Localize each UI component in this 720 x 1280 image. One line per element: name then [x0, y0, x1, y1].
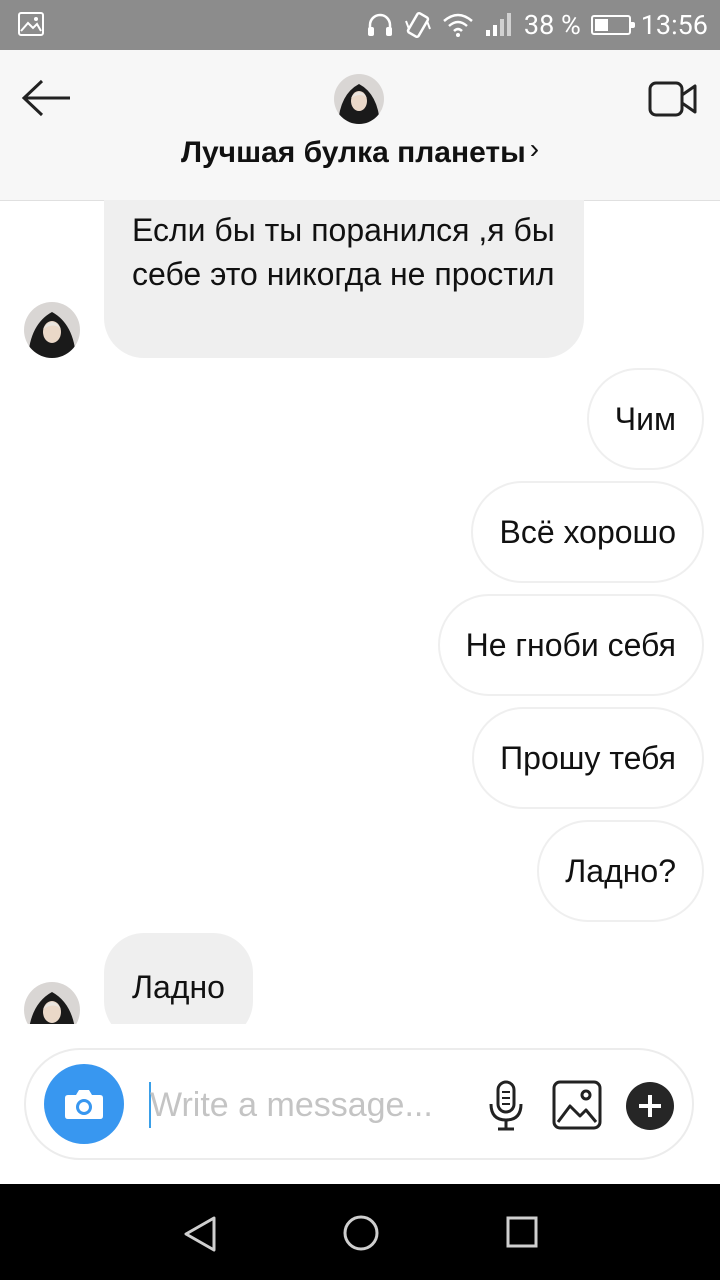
wifi-icon: [443, 13, 473, 37]
avatar[interactable]: [334, 74, 384, 124]
message-outgoing[interactable]: Чим: [586, 368, 704, 470]
battery-icon: [590, 15, 635, 35]
camera-button[interactable]: [44, 1064, 124, 1144]
headphones-icon: [367, 13, 392, 36]
back-triangle-icon[interactable]: [180, 1214, 220, 1254]
add-button[interactable]: [626, 1082, 674, 1130]
camera-icon: [65, 1090, 103, 1119]
avatar: [24, 302, 80, 358]
clock: 13:56: [640, 9, 708, 41]
chat-title[interactable]: Лучшая булка планеты ›: [0, 133, 720, 170]
message-input[interactable]: [150, 1080, 470, 1130]
status-icons: 38 % 13:56: [366, 8, 708, 42]
message-composer: [24, 1048, 694, 1160]
vibrate-icon: [404, 11, 431, 39]
avatar: [24, 982, 80, 1024]
message-outgoing[interactable]: Всё хорошо: [471, 481, 704, 583]
recents-square-icon[interactable]: [506, 1216, 538, 1248]
message-incoming[interactable]: Если бы ты поранился ,я бы себе это нико…: [104, 200, 584, 358]
system-nav-bar: [0, 1184, 720, 1280]
gallery-icon: [18, 12, 44, 36]
mic-icon[interactable]: [486, 1080, 526, 1132]
status-bar: 38 % 13:56: [0, 0, 720, 50]
chat-header: Лучшая булка планеты ›: [0, 50, 720, 201]
message-outgoing[interactable]: Ладно?: [537, 820, 704, 922]
image-icon[interactable]: [552, 1080, 602, 1130]
home-circle-icon[interactable]: [342, 1214, 380, 1252]
video-call-icon[interactable]: [648, 80, 698, 118]
message-list: Если бы ты поранился ,я бы себе это нико…: [0, 200, 720, 1024]
back-arrow-icon[interactable]: [20, 78, 74, 118]
message-outgoing[interactable]: Прошу тебя: [472, 707, 704, 809]
chevron-right-icon: ›: [529, 133, 540, 164]
battery-percent: 38 %: [523, 9, 581, 41]
message-incoming[interactable]: Ладно: [104, 933, 253, 1024]
page-title[interactable]: Лучшая булка планеты: [181, 136, 526, 169]
plus-icon: [639, 1095, 661, 1117]
signal-icon: [485, 13, 511, 36]
message-outgoing[interactable]: Не гноби себя: [437, 594, 704, 696]
